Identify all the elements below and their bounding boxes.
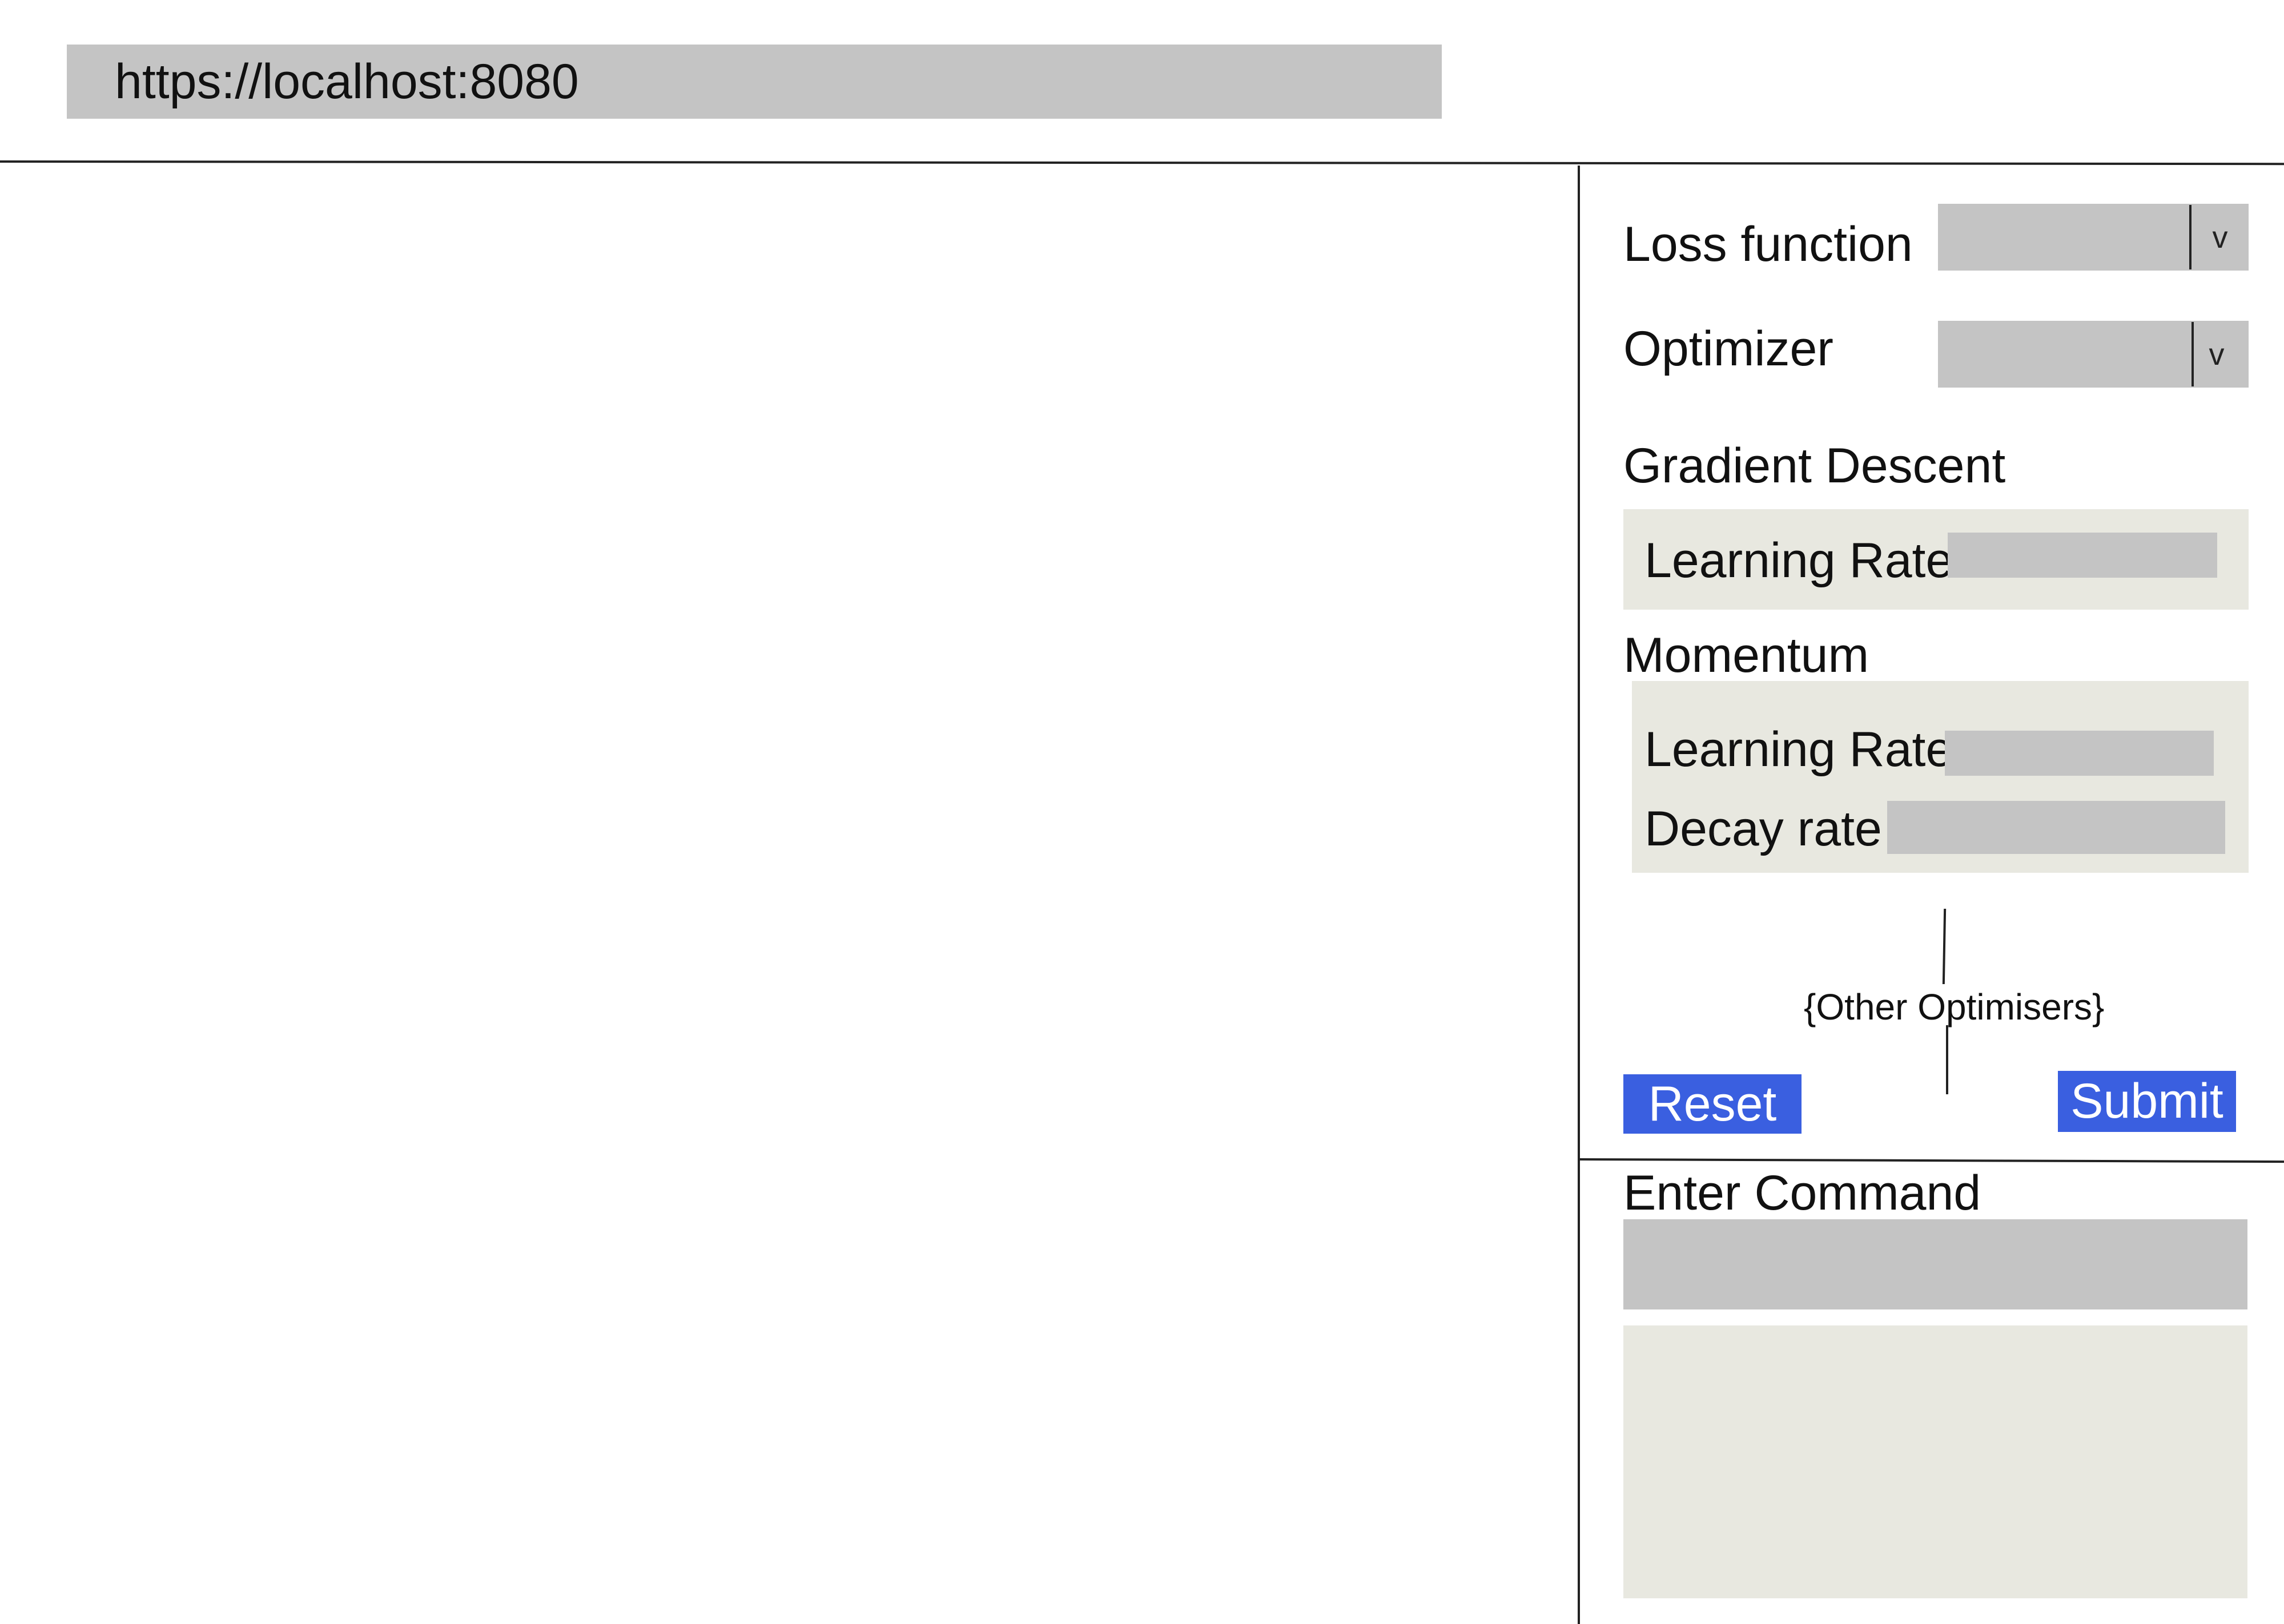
header-divider (0, 160, 2284, 166)
reset-button[interactable]: Reset (1623, 1074, 1802, 1134)
chevron-down-icon[interactable]: v (2193, 204, 2247, 271)
address-bar[interactable]: https://localhost:8080 (67, 45, 1442, 119)
gd-learning-rate-input[interactable] (1948, 533, 2217, 578)
submit-button[interactable]: Submit (2058, 1071, 2236, 1132)
panel-divider (1578, 1158, 2284, 1163)
gd-learning-rate-label: Learning Rate (1644, 533, 1953, 588)
loss-function-label: Loss function (1623, 217, 1913, 272)
momentum-title: Momentum (1623, 628, 1869, 683)
momentum-learning-rate-label: Learning Rate (1644, 722, 1953, 777)
dropdown-separator (2189, 205, 2191, 269)
address-bar-url: https://localhost:8080 (115, 54, 579, 109)
decay-rate-input[interactable] (1887, 801, 2225, 854)
other-optimisers-placeholder: {Other Optimisers} (1802, 989, 2107, 1025)
app-window: https://localhost:8080 Loss function v O… (0, 0, 2284, 1624)
command-input[interactable] (1623, 1219, 2247, 1309)
gradient-descent-title: Gradient Descent (1623, 438, 2006, 493)
main-canvas (0, 166, 1578, 1624)
optimizer-dropdown[interactable]: v (1938, 321, 2249, 388)
momentum-learning-rate-input[interactable] (1945, 731, 2214, 776)
command-output (1623, 1325, 2247, 1598)
enter-command-label: Enter Command (1623, 1166, 1981, 1220)
loss-function-dropdown[interactable]: v (1938, 204, 2249, 271)
other-optimisers-line-bottom (1946, 1025, 1948, 1094)
chevron-down-icon[interactable]: v (2189, 321, 2244, 388)
decay-rate-label: Decay rate (1644, 801, 1882, 856)
optimizer-label: Optimizer (1623, 321, 1833, 376)
